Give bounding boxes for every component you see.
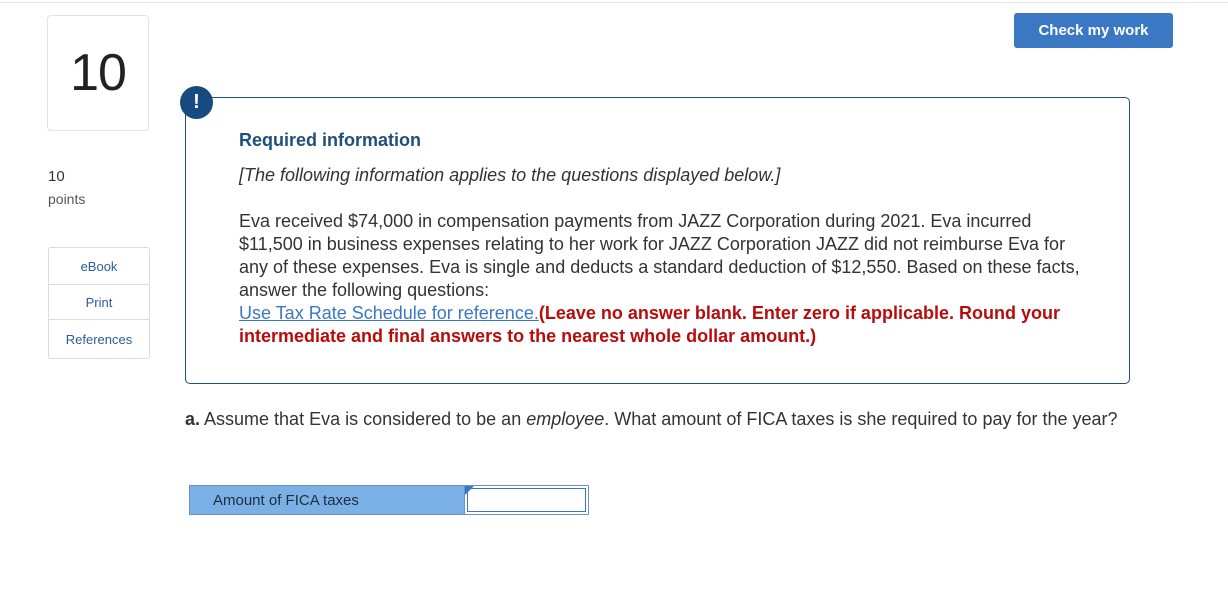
points-label: points [48, 191, 86, 207]
top-divider [0, 2, 1228, 3]
question-part-a: a. Assume that Eva is considered to be a… [185, 408, 1175, 431]
alert-icon: ! [180, 86, 213, 119]
scenario-text: Eva received $74,000 in compensation pay… [239, 211, 1080, 300]
required-information-body: Eva received $74,000 in compensation pay… [239, 210, 1089, 348]
input-corner-flag-icon [465, 486, 474, 495]
print-link[interactable]: Print [49, 285, 149, 320]
answer-table: Amount of FICA taxes [189, 485, 589, 515]
check-my-work-button[interactable]: Check my work [1014, 13, 1173, 48]
points-value: 10 [48, 168, 65, 185]
ebook-link[interactable]: eBook [49, 248, 149, 285]
part-a-label: a. [185, 409, 201, 429]
question-number: 10 [47, 15, 149, 131]
tax-rate-schedule-link[interactable]: Use Tax Rate Schedule for reference. [239, 303, 539, 323]
part-a-emphasis: employee [526, 409, 605, 429]
references-link[interactable]: References [49, 320, 149, 358]
fica-taxes-input[interactable] [467, 488, 586, 512]
required-information-title: Required information [239, 130, 422, 150]
answer-cell [465, 486, 588, 514]
answer-row-label: Amount of FICA taxes [190, 486, 465, 514]
part-a-text-before: Assume that Eva is considered to be an [200, 409, 527, 429]
part-a-text-after: . What amount of FICA taxes is she requi… [604, 409, 1118, 429]
side-tools-panel: eBook Print References [48, 247, 150, 359]
required-information-subtitle: [The following information applies to th… [239, 165, 781, 185]
